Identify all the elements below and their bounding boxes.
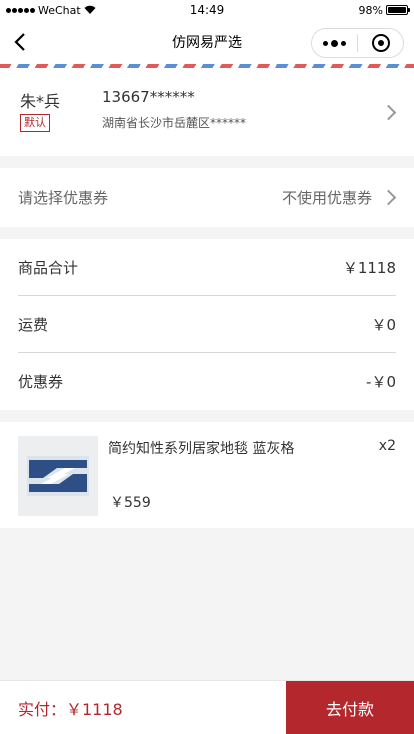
goods-total-label: 商品合计 <box>18 258 79 277</box>
product-name: 简约知性系列居家地毯 蓝灰格 <box>108 441 295 457</box>
chevron-right-icon <box>380 104 397 121</box>
carrier-info: WeChat <box>6 4 96 17</box>
default-badge: 默认 <box>20 114 50 132</box>
summary-row-shipping: 运费 ￥0 <box>18 296 396 353</box>
carrier-name: WeChat <box>38 3 81 17</box>
back-button[interactable] <box>0 20 40 64</box>
wifi-icon <box>84 4 96 17</box>
coupon-discount-value: -￥0 <box>366 373 396 391</box>
coupon-discount-label: 优惠券 <box>18 373 64 391</box>
summary-row-coupon: 优惠券 -￥0 <box>18 353 396 410</box>
miniprogram-capsule <box>311 28 404 58</box>
close-icon <box>371 34 390 52</box>
pay-button[interactable]: 去付款 <box>286 680 414 734</box>
more-button[interactable] <box>312 39 357 47</box>
product-item[interactable]: 简约知性系列居家地毯 蓝灰格 x2 ￥559 <box>0 422 414 528</box>
goods-total-value: ￥1118 <box>342 258 396 277</box>
status-bar: WeChat 14:49 98% <box>0 0 414 20</box>
shipping-value: ￥0 <box>371 315 396 334</box>
receiver-phone: 13667****** <box>102 88 195 106</box>
address-card[interactable]: 朱*兵 默认 13667****** 湖南省长沙市岳麓区****** <box>0 68 414 156</box>
product-image <box>18 436 98 516</box>
signal-icon <box>6 7 35 13</box>
product-quantity: x2 <box>378 438 396 454</box>
checkout-bar: 实付：￥1118 去付款 <box>0 680 414 734</box>
chevron-left-icon <box>14 33 25 51</box>
chevron-right-icon <box>380 189 397 206</box>
nav-bar: 仿网易严选 <box>0 20 414 64</box>
address-detail: 湖南省长沙市岳麓区****** <box>102 116 247 130</box>
coupon-label: 请选择优惠券 <box>18 189 109 207</box>
price-summary: 商品合计 ￥1118 运费 ￥0 优惠券 -￥0 <box>0 239 414 410</box>
shipping-label: 运费 <box>18 315 49 334</box>
battery-percent: 98% <box>358 3 383 17</box>
more-icon <box>323 40 328 46</box>
coupon-value: 不使用优惠券 <box>281 189 372 207</box>
coupon-selector[interactable]: 请选择优惠券 不使用优惠券 <box>0 168 414 227</box>
battery-icon <box>386 5 410 15</box>
close-miniprogram-button[interactable] <box>358 34 403 52</box>
battery-info: 98% <box>358 3 410 17</box>
receiver-name: 朱*兵 <box>20 92 61 111</box>
summary-row-goods: 商品合计 ￥1118 <box>18 239 396 296</box>
product-price: ￥559 <box>110 495 151 511</box>
total-payable: 实付：￥1118 <box>18 699 123 719</box>
